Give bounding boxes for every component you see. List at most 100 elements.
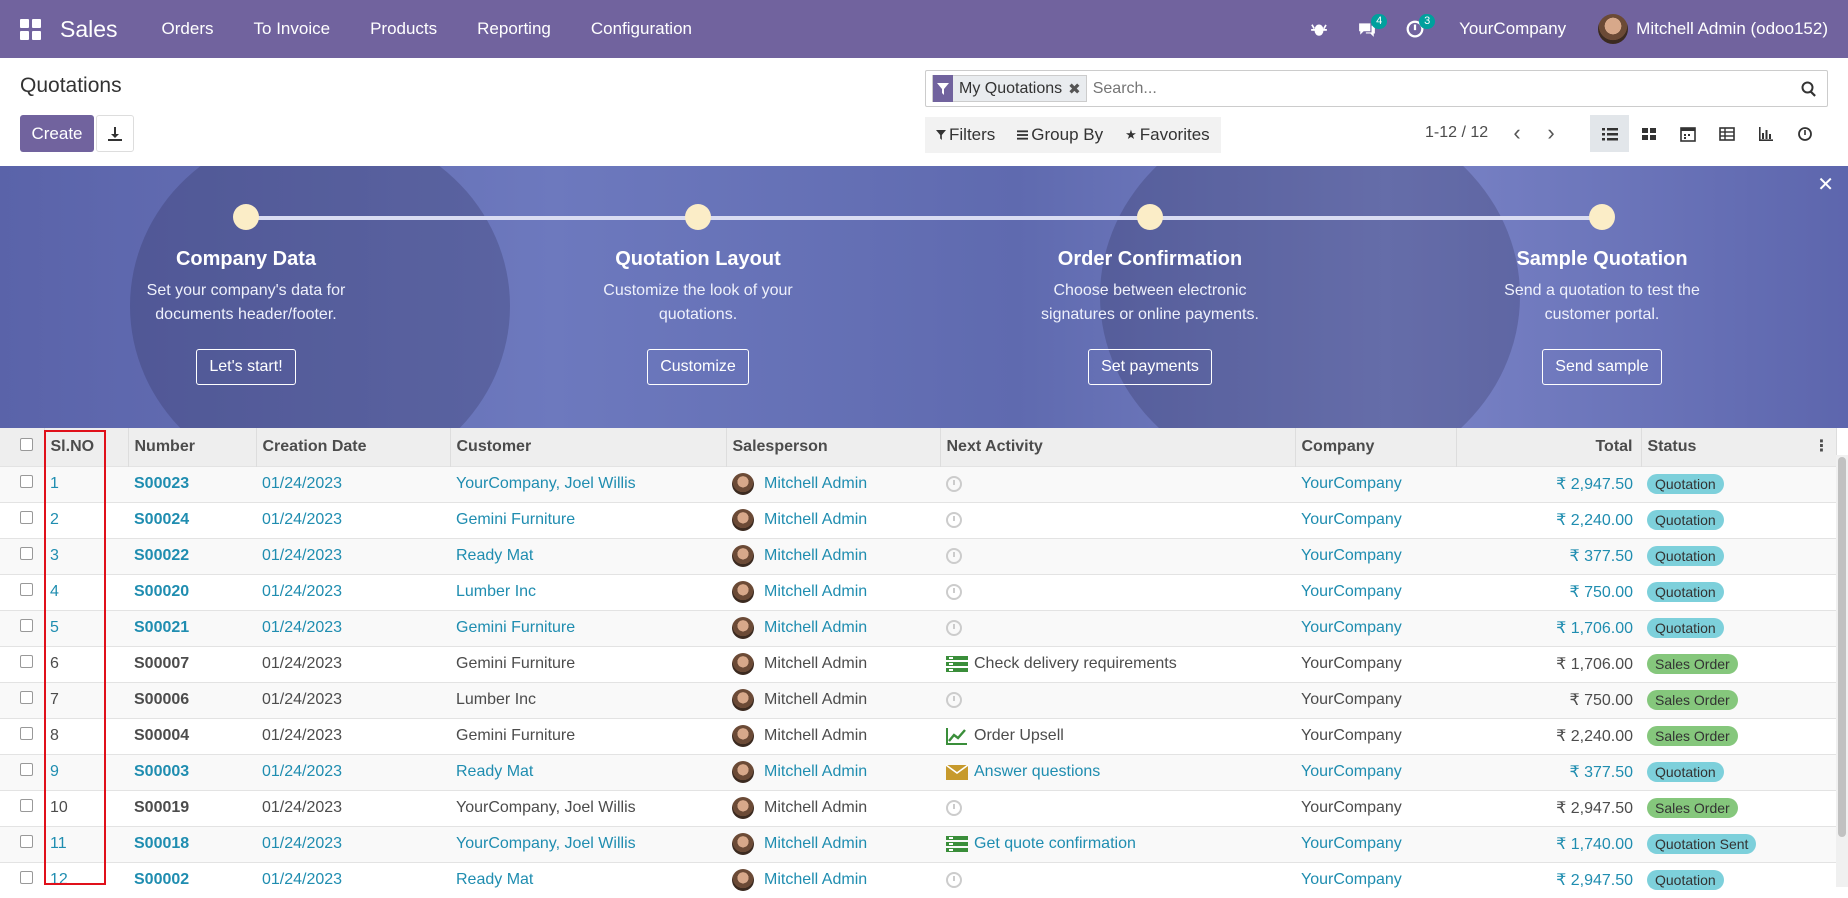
- row-checkbox[interactable]: [0, 754, 44, 790]
- row-checkbox[interactable]: [0, 538, 44, 574]
- clock-icon[interactable]: [946, 691, 962, 708]
- cell-slno: 2: [50, 511, 59, 528]
- menu-orders[interactable]: Orders: [142, 0, 234, 58]
- select-all-checkbox[interactable]: [0, 428, 45, 466]
- company-switcher[interactable]: YourCompany: [1439, 19, 1598, 39]
- clock-icon[interactable]: [946, 583, 962, 600]
- column-header-next-activity[interactable]: Next Activity: [940, 428, 1296, 466]
- create-button[interactable]: Create: [20, 115, 94, 152]
- pager-next-icon[interactable]: ›: [1536, 120, 1566, 146]
- clock-icon[interactable]: [946, 799, 962, 816]
- pager-value[interactable]: 1-12 / 12: [1425, 124, 1488, 142]
- cell-number: S00007: [128, 646, 256, 682]
- row-checkbox[interactable]: [0, 646, 44, 682]
- table-row[interactable]: 2 S00024 01/24/2023 Gemini Furniture Mitchel…: [0, 502, 1836, 538]
- user-menu[interactable]: Mitchell Admin (odoo152): [1598, 14, 1848, 44]
- set-payments-button[interactable]: Set payments: [1088, 349, 1212, 385]
- clock-icon[interactable]: [946, 511, 962, 528]
- clock-icon[interactable]: [946, 547, 962, 564]
- list-scrollbar[interactable]: [1836, 455, 1848, 887]
- activity-summary[interactable]: Get quote confirmation: [974, 835, 1136, 852]
- activity-summary[interactable]: Check delivery requirements: [974, 655, 1177, 672]
- column-header-salesperson[interactable]: Salesperson: [726, 428, 941, 466]
- cell-status: Quotation: [1641, 538, 1836, 574]
- lets-start-button[interactable]: Let's start!: [196, 349, 296, 385]
- avatar: [732, 617, 754, 639]
- table-row[interactable]: 6 S00007 01/24/2023 Gemini Furniture Mitchel…: [0, 646, 1836, 682]
- row-checkbox[interactable]: [0, 826, 44, 862]
- menu-configuration[interactable]: Configuration: [571, 0, 712, 58]
- row-checkbox[interactable]: [0, 718, 44, 754]
- row-checkbox[interactable]: [0, 574, 44, 610]
- list-view-icon[interactable]: [1590, 115, 1629, 152]
- table-row[interactable]: 1 S00023 01/24/2023 YourCompany, Joel Willi…: [0, 466, 1836, 502]
- column-header-slno[interactable]: Sl.NO: [44, 428, 129, 466]
- cell-total: ₹ 377.50: [1569, 548, 1633, 565]
- view-switcher: [1590, 115, 1824, 152]
- cell-slno: 3: [50, 547, 59, 564]
- row-checkbox[interactable]: [0, 682, 44, 718]
- activity-view-icon[interactable]: [1785, 115, 1824, 152]
- cell-customer: Ready Mat: [456, 871, 534, 889]
- column-header-customer[interactable]: Customer: [450, 428, 727, 466]
- menu-products[interactable]: Products: [350, 0, 457, 58]
- cell-slno: 5: [50, 619, 59, 636]
- activity-summary[interactable]: Answer questions: [974, 763, 1100, 780]
- table-row[interactable]: 8 S00004 01/24/2023 Gemini Furniture Mitchel…: [0, 718, 1836, 754]
- table-row[interactable]: 7 S00006 01/24/2023 Lumber Inc Mitchell Admi…: [0, 682, 1836, 718]
- pager-previous-icon[interactable]: ‹: [1502, 120, 1532, 146]
- search-bar: My Quotations ✖: [925, 70, 1828, 107]
- kanban-view-icon[interactable]: [1629, 115, 1668, 152]
- bug-icon[interactable]: [1295, 0, 1343, 58]
- column-header-status[interactable]: Status ⋮: [1641, 428, 1837, 466]
- pivot-view-icon[interactable]: [1707, 115, 1746, 152]
- optional-columns-icon[interactable]: ⋮: [1814, 436, 1830, 456]
- step-dot: [685, 204, 711, 230]
- activity-summary[interactable]: Order Upsell: [974, 727, 1064, 744]
- groupby-dropdown[interactable]: Group By: [1006, 125, 1114, 145]
- customize-button[interactable]: Customize: [647, 349, 749, 385]
- table-row[interactable]: 9 S00003 01/24/2023 Ready Mat Mitchell Admin…: [0, 754, 1836, 790]
- send-sample-button[interactable]: Send sample: [1542, 349, 1662, 385]
- clock-icon[interactable]: [946, 872, 962, 889]
- chat-icon[interactable]: 4: [1343, 0, 1391, 58]
- search-input[interactable]: [1092, 79, 1791, 98]
- download-button[interactable]: [96, 115, 134, 152]
- table-row[interactable]: 3 S00022 01/24/2023 Ready Mat Mitchell Admin…: [0, 538, 1836, 574]
- salesperson-name: Mitchell Admin: [764, 727, 868, 745]
- row-checkbox[interactable]: [0, 502, 44, 538]
- table-row[interactable]: 10 S00019 01/24/2023 YourCompany, Joel Will…: [0, 790, 1836, 826]
- row-checkbox[interactable]: [0, 790, 44, 826]
- menu-reporting[interactable]: Reporting: [457, 0, 571, 58]
- menu-to-invoice[interactable]: To Invoice: [234, 0, 351, 58]
- graph-view-icon[interactable]: [1746, 115, 1785, 152]
- page-title: Quotations: [20, 74, 122, 97]
- row-checkbox[interactable]: [0, 466, 44, 502]
- cell-total: ₹ 2,947.50: [1556, 800, 1633, 817]
- column-header-company[interactable]: Company: [1295, 428, 1457, 466]
- search-icon[interactable]: [1791, 71, 1827, 106]
- clock-icon[interactable]: [946, 475, 962, 492]
- step-dot: [1589, 204, 1615, 230]
- table-row[interactable]: 11 S00018 01/24/2023 YourCompany, Joel Will…: [0, 826, 1836, 862]
- row-checkbox[interactable]: [0, 610, 44, 646]
- app-brand[interactable]: Sales: [60, 16, 118, 43]
- column-header-number[interactable]: Number: [128, 428, 257, 466]
- table-row[interactable]: 4 S00020 01/24/2023 Lumber Inc Mitchell Admi…: [0, 574, 1836, 610]
- table-row[interactable]: 12 S00002 01/24/2023 Ready Mat Mitchell Admi…: [0, 862, 1836, 898]
- activity-clock-icon[interactable]: 3: [1391, 0, 1439, 58]
- favorites-dropdown[interactable]: ★ Favorites: [1114, 125, 1221, 145]
- cell-status: Sales Order: [1641, 790, 1836, 826]
- row-checkbox[interactable]: [0, 862, 44, 898]
- cell-salesperson: Mitchell Admin: [726, 718, 940, 754]
- table-row[interactable]: 5 S00021 01/24/2023 Gemini Furniture Mitchel…: [0, 610, 1836, 646]
- close-icon[interactable]: ✕: [1817, 172, 1834, 197]
- column-header-total[interactable]: Total: [1456, 428, 1642, 466]
- filters-dropdown[interactable]: Filters: [925, 125, 1006, 145]
- facet-remove-icon[interactable]: ✖: [1068, 80, 1086, 98]
- apps-menu-icon[interactable]: [0, 0, 60, 58]
- cell-creation-date: 01/24/2023: [262, 727, 343, 744]
- column-header-creation-date[interactable]: Creation Date: [256, 428, 451, 466]
- clock-icon[interactable]: [946, 619, 962, 636]
- calendar-view-icon[interactable]: [1668, 115, 1707, 152]
